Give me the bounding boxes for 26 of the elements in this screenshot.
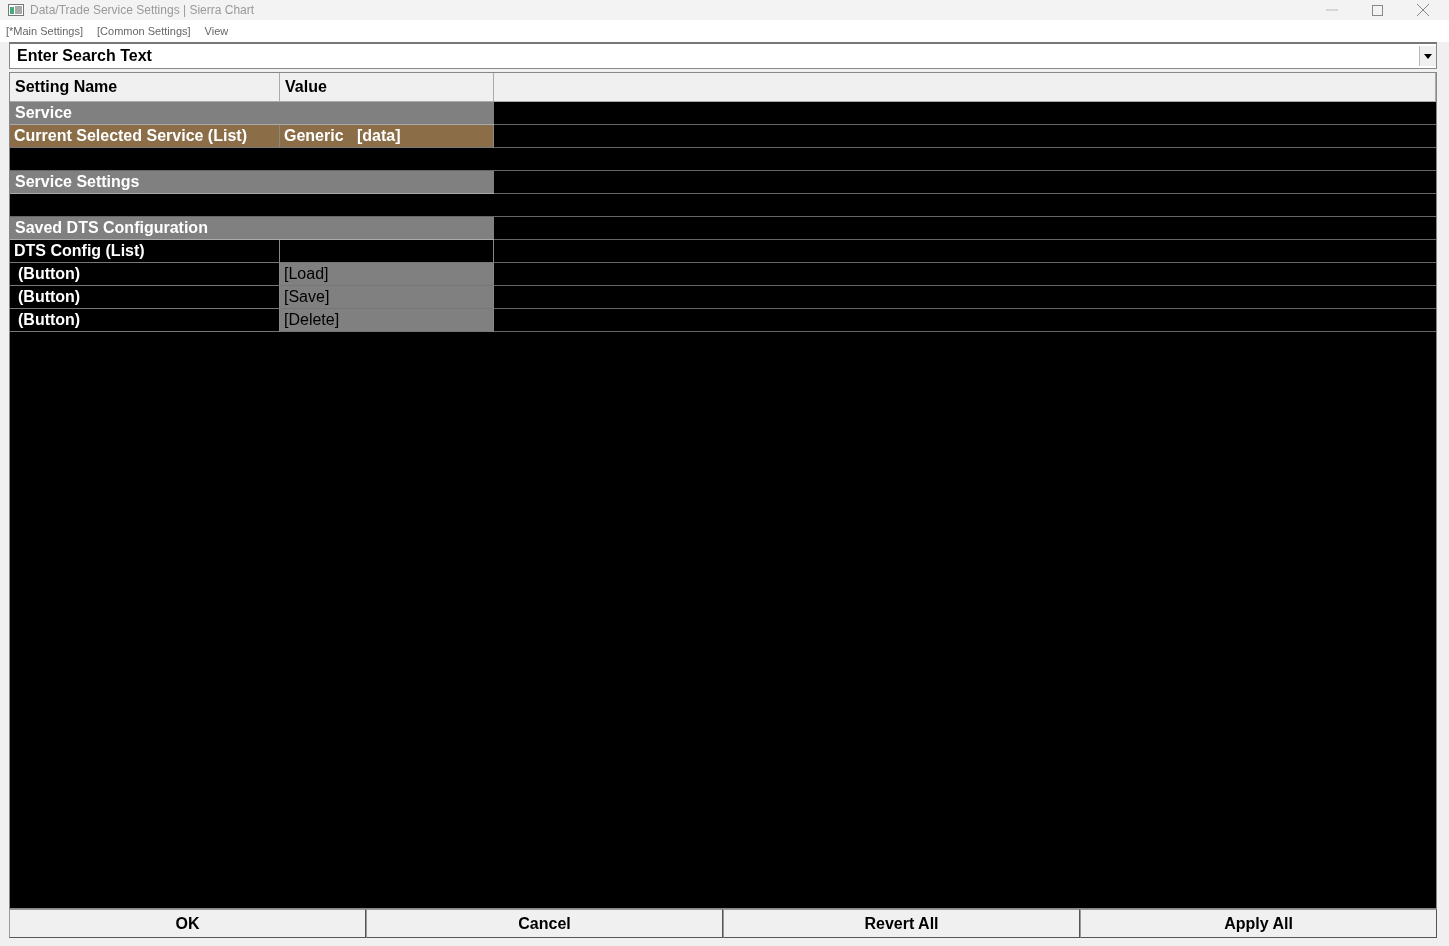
- setting-name[interactable]: Current Selected Service (List): [10, 125, 280, 148]
- dialog-button[interactable]: OK: [9, 909, 366, 938]
- dialog-button[interactable]: Apply All: [1080, 909, 1437, 938]
- dialog-button[interactable]: Revert All: [723, 909, 1080, 938]
- setting-name[interactable]: (Button): [10, 286, 280, 309]
- menu-item[interactable]: [*Main Settings]: [6, 25, 84, 37]
- maximize-icon[interactable]: [1372, 4, 1383, 16]
- setting-name[interactable]: (Button): [10, 309, 280, 332]
- setting-name[interactable]: (Button): [10, 263, 280, 286]
- dropdown-button[interactable]: [1419, 46, 1436, 66]
- setting-value[interactable]: Generic [data]: [280, 125, 494, 148]
- menu-item[interactable]: View: [204, 25, 229, 37]
- setting-value[interactable]: [Load]: [280, 263, 494, 286]
- window-title: Data/Trade Service Settings | Sierra Chart: [30, 3, 255, 17]
- dialog-button[interactable]: Cancel: [366, 909, 723, 938]
- section-header[interactable]: Service: [10, 102, 494, 125]
- setting-value[interactable]: [Save]: [280, 286, 494, 309]
- section-header[interactable]: Service Settings: [10, 171, 494, 194]
- close-icon[interactable]: [1417, 4, 1429, 16]
- app-icon: [8, 4, 24, 16]
- setting-value[interactable]: [Delete]: [280, 309, 494, 332]
- caret-icon: [1424, 53, 1432, 59]
- search-field[interactable]: Enter Search Text: [9, 42, 1437, 69]
- setting-name[interactable]: DTS Config (List): [10, 240, 280, 263]
- section-header[interactable]: Saved DTS Configuration: [10, 217, 494, 240]
- menu-item[interactable]: [Common Settings]: [97, 25, 191, 37]
